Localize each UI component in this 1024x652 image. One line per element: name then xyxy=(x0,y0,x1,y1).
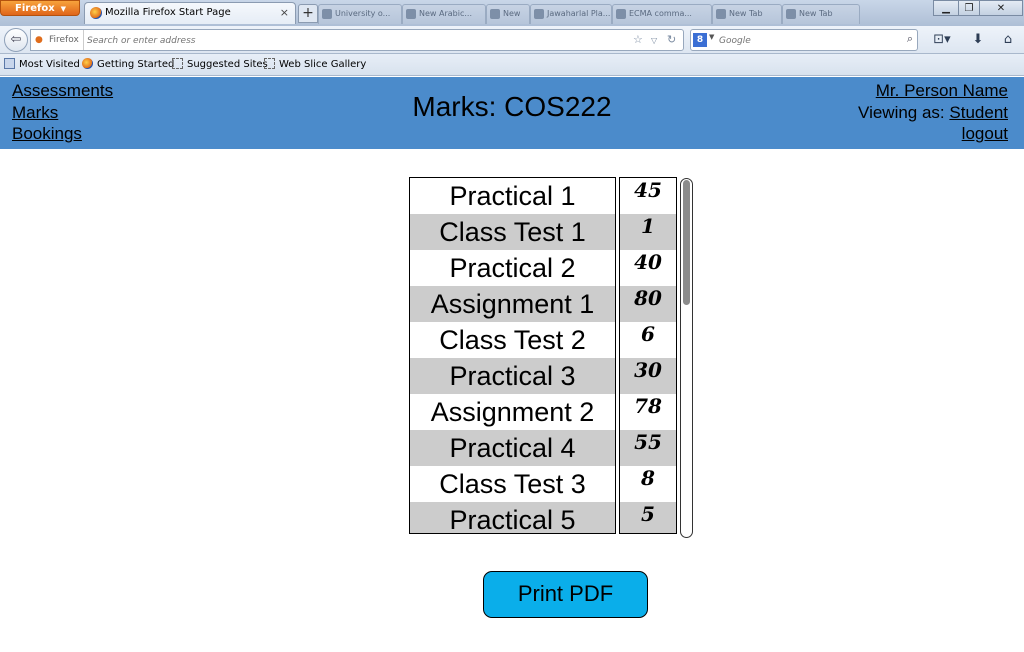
assessment-name-row[interactable]: Assignment 2 xyxy=(410,394,615,430)
tab-active[interactable]: Mozilla Firefox Start Page × xyxy=(84,2,296,24)
app-header: Assessments Marks Bookings Marks: COS222… xyxy=(0,77,1024,149)
tab-favicon-icon xyxy=(616,9,626,19)
bookmark-star-icon[interactable]: ☆ xyxy=(633,30,643,50)
list-scrollbar[interactable] xyxy=(680,178,693,538)
assessment-mark-cell: 55 xyxy=(620,430,676,466)
bookmark-label: Getting Started xyxy=(97,59,175,70)
bookmark-label: Most Visited xyxy=(19,59,80,70)
assessment-mark-cell: 6 xyxy=(641,322,655,346)
bookmark-label: Suggested Sites xyxy=(187,59,268,70)
viewing-as-label: Viewing as: xyxy=(858,102,950,122)
browser-navbar: ⇦ ● Firefox ☆ ▽ ↻ 8 ▼ ⌕ ⊡▾ ⬇ ⌂ xyxy=(0,26,1024,54)
user-name-link[interactable]: Mr. Person Name xyxy=(858,80,1008,102)
tab-favicon-icon xyxy=(534,9,544,19)
background-tab[interactable]: University o... xyxy=(318,4,402,24)
scrollbar-thumb[interactable] xyxy=(683,180,690,305)
reload-icon[interactable]: ↻ xyxy=(667,30,676,50)
url-input[interactable] xyxy=(87,33,587,48)
background-tab-title: Jawaharlal Pla... xyxy=(547,9,611,18)
assessment-mark-cell: 1 xyxy=(620,214,676,250)
assessment-mark-cell: 8 xyxy=(641,466,655,490)
maximize-button[interactable]: ❐ xyxy=(958,0,980,16)
assessment-mark-cell: 80 xyxy=(620,286,676,322)
assessment-name-row[interactable]: Class Test 1 xyxy=(410,214,615,250)
assessment-mark-cell: 40 xyxy=(634,250,662,274)
background-tab-title: New Tab xyxy=(729,9,763,18)
firefox-identity-icon: ● xyxy=(35,35,43,45)
assessment-name-row[interactable]: Practical 2 xyxy=(410,250,615,286)
search-bar[interactable]: 8 ▼ ⌕ xyxy=(690,29,918,51)
nav-link-bookings[interactable]: Bookings xyxy=(12,123,113,145)
background-tab[interactable]: New Tab xyxy=(712,4,782,24)
bookmark-web-slice-gallery[interactable]: Web Slice Gallery xyxy=(264,57,366,73)
url-bar[interactable]: ● Firefox ☆ ▽ ↻ xyxy=(30,29,684,51)
background-tab[interactable]: ECMA comma... xyxy=(612,4,712,24)
assessment-name-row[interactable]: Practical 1 xyxy=(410,178,615,214)
downloads-icon[interactable]: ⬇ xyxy=(968,30,988,50)
tab-close-icon[interactable]: × xyxy=(280,3,289,23)
bookmarks-menu-icon[interactable]: ⊡▾ xyxy=(928,30,956,50)
background-tab-title: New Tab xyxy=(799,9,833,18)
assessment-mark-cell: 30 xyxy=(620,358,676,394)
close-window-button[interactable]: ✕ xyxy=(979,0,1023,16)
history-dropdown-icon[interactable]: ▽ xyxy=(651,31,657,51)
user-panel: Mr. Person Name Viewing as: Student logo… xyxy=(858,80,1008,145)
assessment-name-row[interactable]: Practical 5 xyxy=(410,502,615,533)
background-tab-title: University o... xyxy=(335,9,391,18)
assessment-name-row[interactable]: Class Test 3 xyxy=(410,466,615,502)
most-visited-icon xyxy=(4,58,15,69)
background-tab[interactable]: New Tab xyxy=(782,4,860,24)
print-pdf-button[interactable]: Print PDF xyxy=(483,571,648,618)
logout-link[interactable]: logout xyxy=(858,123,1008,145)
tab-favicon-icon xyxy=(322,9,332,19)
search-input[interactable] xyxy=(719,33,889,48)
background-tab[interactable]: Jawaharlal Pla... xyxy=(530,4,612,24)
identity-label: Firefox xyxy=(49,30,84,50)
minimize-button[interactable]: ▁ xyxy=(933,0,959,16)
tab-title: Mozilla Firefox Start Page xyxy=(105,7,231,18)
background-tab-title: New Arabic... xyxy=(419,9,472,18)
google-engine-icon[interactable]: 8 xyxy=(693,33,707,47)
assessment-mark-cell: 78 xyxy=(634,394,662,418)
viewing-as-line: Viewing as: Student xyxy=(858,102,1008,124)
assessment-mark-cell: 45 xyxy=(634,178,662,202)
tab-favicon-icon xyxy=(406,9,416,19)
background-tab-title: New xyxy=(503,9,521,18)
search-icon[interactable]: ⌕ xyxy=(907,32,913,46)
role-link[interactable]: Student xyxy=(949,103,1008,122)
firefox-menu-button[interactable]: Firefox ▼ xyxy=(0,0,80,16)
dropdown-arrow-icon: ▼ xyxy=(60,5,67,13)
new-tab-button[interactable]: + xyxy=(298,4,318,23)
background-tab[interactable]: New xyxy=(486,4,530,24)
dashed-folder-icon xyxy=(264,58,275,69)
firefox-icon xyxy=(82,58,93,69)
assessment-name-row[interactable]: Practical 3 xyxy=(410,358,615,394)
background-tab-title: ECMA comma... xyxy=(629,9,692,18)
dashed-folder-icon xyxy=(172,58,183,69)
tab-favicon-icon xyxy=(786,9,796,19)
tab-favicon-icon xyxy=(716,9,726,19)
bookmark-most-visited[interactable]: Most Visited xyxy=(4,57,80,73)
assessment-mark-cell: 5 xyxy=(620,502,676,533)
assessment-name-row[interactable]: Practical 4 xyxy=(410,430,615,466)
assessment-name-row[interactable]: Class Test 2 xyxy=(410,322,615,358)
engine-dropdown-icon[interactable]: ▼ xyxy=(709,33,714,41)
assessment-name-row[interactable]: Assignment 1 xyxy=(410,286,615,322)
firefox-menu-label: Firefox xyxy=(15,3,55,14)
home-icon[interactable]: ⌂ xyxy=(998,30,1018,50)
bookmark-label: Web Slice Gallery xyxy=(279,59,367,70)
bookmark-getting-started[interactable]: Getting Started xyxy=(82,57,174,73)
browser-titlebar: Firefox ▼ Mozilla Firefox Start Page × + … xyxy=(0,0,1024,26)
tab-favicon-icon xyxy=(490,9,500,19)
assessment-marks-list: 45 1 40 80 6 30 78 55 8 5 xyxy=(619,177,677,534)
back-button[interactable]: ⇦ xyxy=(4,28,28,52)
bookmarks-toolbar: Most Visited Getting Started Suggested S… xyxy=(0,54,1024,76)
firefox-favicon-icon xyxy=(90,7,102,19)
bookmark-suggested-sites[interactable]: Suggested Sites xyxy=(172,57,268,73)
background-tab[interactable]: New Arabic... xyxy=(402,4,486,24)
assessment-names-list: Practical 1 Class Test 1 Practical 2 Assign… xyxy=(409,177,616,534)
